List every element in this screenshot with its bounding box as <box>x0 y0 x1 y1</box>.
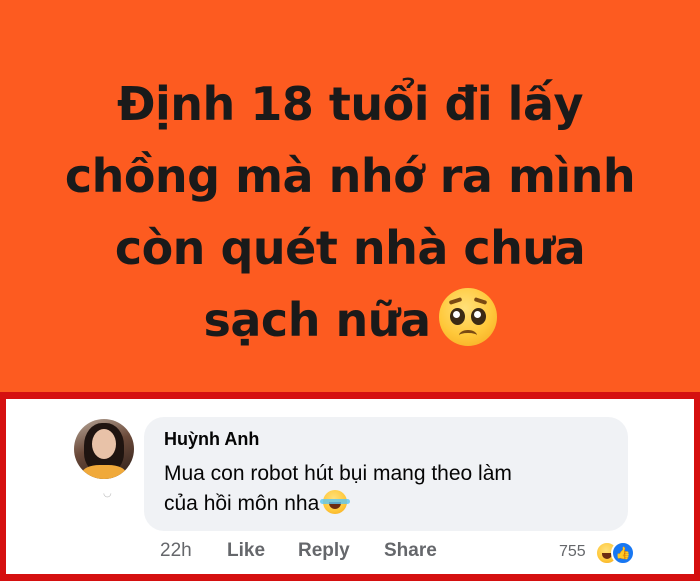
comment-frame: ◡ Huỳnh Anh Mua con robot hút bụi mang t… <box>0 392 700 581</box>
rolling-laughing-icon <box>320 490 351 514</box>
comment-container: ◡ Huỳnh Anh Mua con robot hút bụi mang t… <box>6 399 694 574</box>
post-line-4-text: sạch nữa <box>203 293 432 347</box>
post-caption: Định 18 tuổi đi lấy chồng mà nhớ ra mình… <box>60 68 640 356</box>
pleading-face-icon <box>438 288 497 346</box>
comment-text-line-1: Mua con robot hút bụi mang theo làm <box>164 462 512 485</box>
post-line-4: sạch nữa <box>60 284 640 356</box>
post-line-2: chồng mà nhớ ra mình <box>64 149 636 203</box>
post-line-1: Định 18 tuổi đi lấy <box>117 77 583 131</box>
comment-text-line-2-text: của hồi môn nha <box>164 492 320 515</box>
comment-timestamp[interactable]: 22h <box>160 540 192 562</box>
comment-bubble: Huỳnh Anh Mua con robot hút bụi mang the… <box>144 417 628 531</box>
reaction-summary[interactable]: 755 👍 <box>559 540 639 565</box>
avatar-status-icon: ◡ <box>103 488 112 499</box>
post-line-3: còn quét nhà chưa <box>114 221 586 275</box>
reply-button[interactable]: Reply <box>298 540 350 562</box>
post-image: Định 18 tuổi đi lấy chồng mà nhớ ra mình… <box>0 0 700 392</box>
avatar[interactable] <box>74 419 134 479</box>
like-reaction-icon: 👍 <box>611 541 635 565</box>
share-button[interactable]: Share <box>384 540 437 562</box>
comment-text-line-2: của hồi môn nha <box>164 489 614 519</box>
comment-author[interactable]: Huỳnh Anh <box>164 429 259 450</box>
comment-text: Mua con robot hút bụi mang theo làm của … <box>164 459 614 519</box>
reaction-count: 755 <box>559 543 586 560</box>
like-button[interactable]: Like <box>227 540 265 562</box>
